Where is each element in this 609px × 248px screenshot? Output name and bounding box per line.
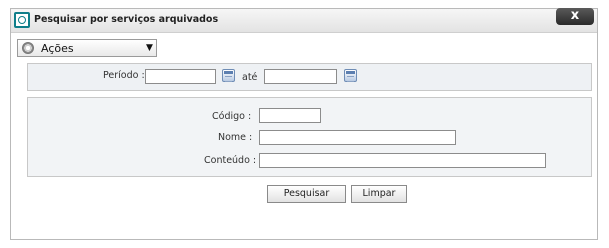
dialog-titlebar: Pesquisar por serviços arquivados x <box>11 8 597 33</box>
search-button[interactable]: Pesquisar <box>267 185 346 203</box>
code-input[interactable] <box>259 108 321 123</box>
clear-button[interactable]: Limpar <box>351 185 407 203</box>
gear-icon <box>22 42 34 54</box>
content-label: Conteúdo : <box>204 155 257 166</box>
content-input[interactable] <box>259 153 546 168</box>
chevron-down-icon: ▼ <box>146 43 153 53</box>
period-to-input[interactable] <box>264 69 337 84</box>
name-label: Nome : <box>218 132 253 143</box>
actions-label: Ações <box>41 42 74 55</box>
calendar-from-icon[interactable] <box>222 69 235 82</box>
actions-menu[interactable]: Ações ▼ <box>17 39 157 57</box>
until-label: até <box>242 72 258 83</box>
period-label: Período : <box>103 70 145 81</box>
name-input[interactable] <box>259 130 456 145</box>
code-label: Código : <box>212 111 252 122</box>
dialog-title: Pesquisar por serviços arquivados <box>34 14 219 25</box>
period-from-input[interactable] <box>145 69 216 84</box>
calendar-to-icon[interactable] <box>344 69 357 82</box>
app-logo-icon <box>14 12 30 28</box>
close-button[interactable]: x <box>556 8 594 25</box>
